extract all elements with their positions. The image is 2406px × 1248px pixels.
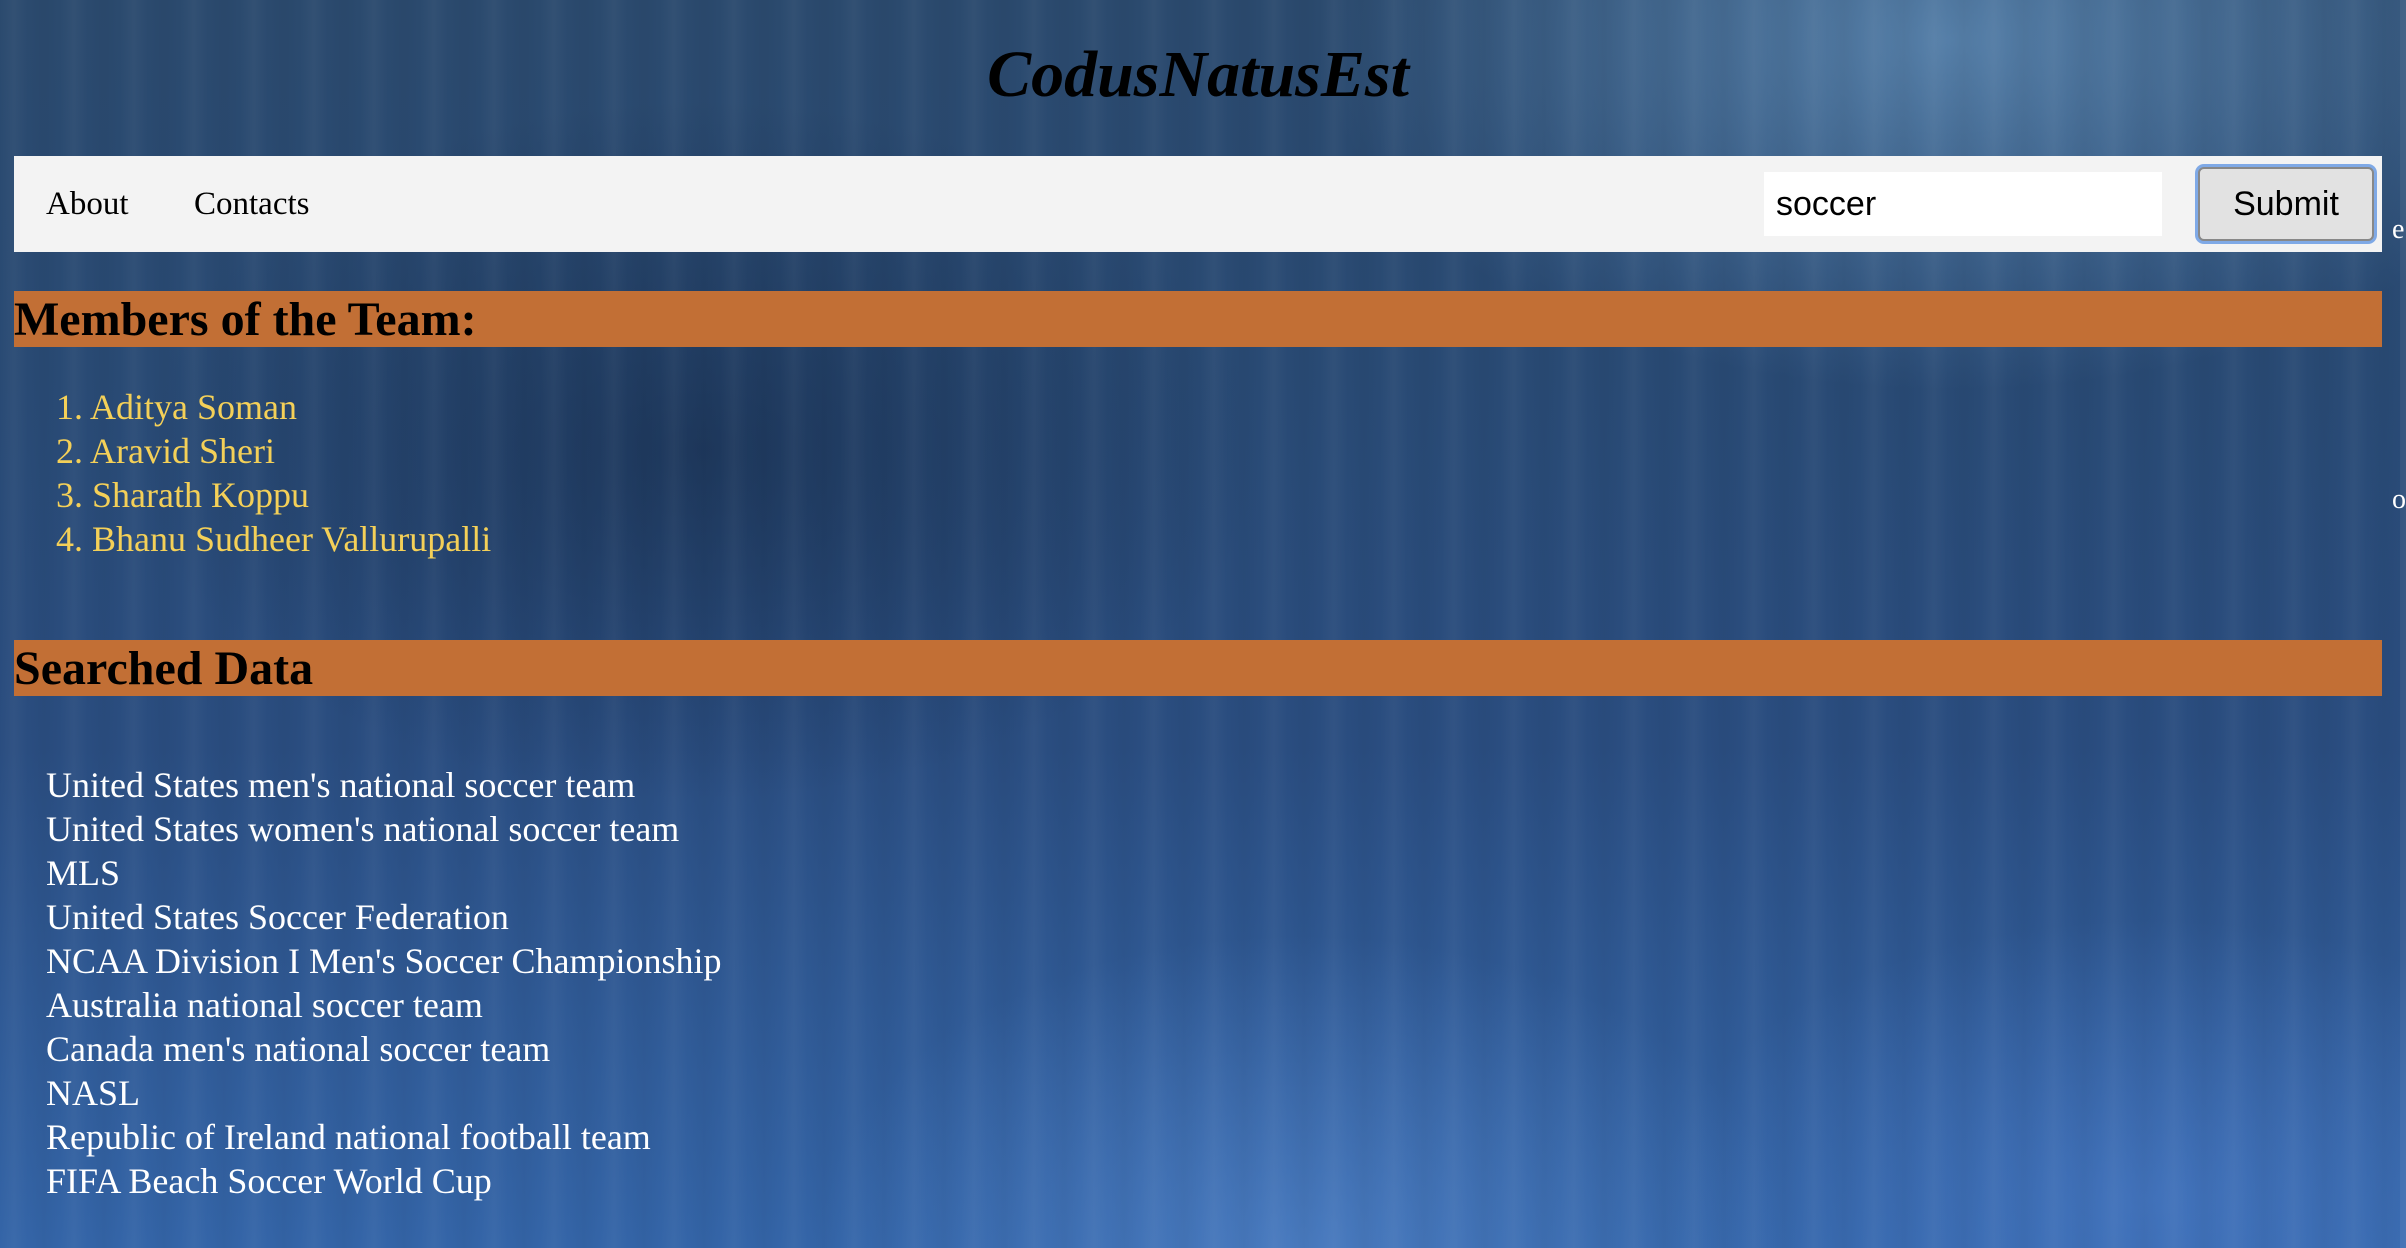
site-title: CodusNatusEst [987, 38, 1409, 111]
result-item: Republic of Ireland national football te… [46, 1117, 651, 1157]
member-number: 2. [56, 431, 91, 471]
result-item: United States women's national soccer te… [46, 809, 680, 849]
member-item: 2. Aravid Sheri [56, 429, 491, 473]
member-item: 3. Sharath Koppu [56, 473, 491, 517]
result-item: MLS [46, 853, 121, 893]
submit-button[interactable]: Submit [2198, 167, 2374, 241]
members-list: 1. Aditya Soman 2. Aravid Sheri 3. Shara… [56, 385, 491, 561]
result-item: FIFA Beach Soccer World Cup [46, 1161, 492, 1201]
member-number: 3. [56, 475, 92, 515]
member-number: 4. [56, 519, 92, 559]
result-item: Australia national soccer team [46, 985, 483, 1025]
searched-data-heading: Searched Data [14, 640, 2382, 696]
result-item: United States Soccer Federation [46, 897, 509, 937]
page-scrollbar[interactable] [2400, 0, 2406, 1248]
nav-link-contacts[interactable]: Contacts [194, 156, 309, 252]
member-item: 1. Aditya Soman [56, 385, 491, 429]
nav-link-about[interactable]: About [46, 156, 129, 252]
search-results-list: United States men's national soccer team… [46, 763, 721, 1203]
member-number: 1. [56, 387, 91, 427]
result-item: Canada men's national soccer team [46, 1029, 551, 1069]
search-input[interactable] [1764, 172, 2162, 236]
top-navbar: About Contacts Submit [14, 156, 2382, 252]
result-item: United States men's national soccer team [46, 765, 636, 805]
member-name: Aravid Sheri [90, 431, 275, 471]
result-item: NCAA Division I Men's Soccer Championshi… [46, 941, 722, 981]
member-name: Bhanu Sudheer Vallurupalli [92, 519, 492, 559]
member-name: Sharath Koppu [92, 475, 309, 515]
result-item: NASL [46, 1073, 141, 1113]
members-heading: Members of the Team: [14, 291, 2382, 347]
member-name: Aditya Soman [90, 387, 297, 427]
member-item: 4. Bhanu Sudheer Vallurupalli [56, 517, 491, 561]
